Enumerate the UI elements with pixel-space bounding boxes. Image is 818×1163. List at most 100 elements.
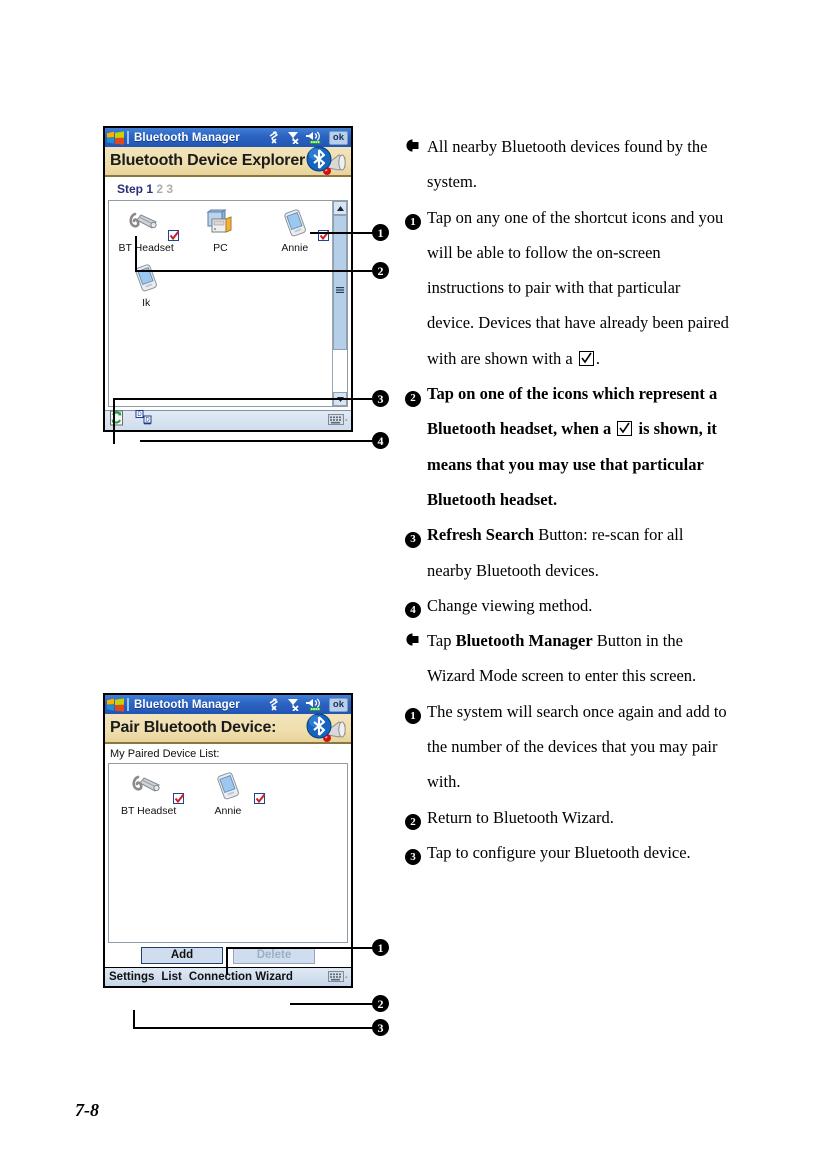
screen1-status-icons: ok: [268, 130, 349, 145]
step-active[interactable]: 1: [146, 182, 153, 196]
callout-line-2-h: [135, 270, 375, 272]
svg-text:D: D: [145, 418, 150, 424]
callout-marker-s2-2: 2: [372, 995, 389, 1012]
callout-marker-s2-3: 3: [372, 1019, 389, 1036]
screen2-status-icons: ok: [268, 697, 349, 712]
screen2-taskbar: Settings List Connection Wizard: [105, 967, 351, 986]
paired-device-item-bt-headset[interactable]: BT Headset: [109, 770, 188, 817]
device-item-pc[interactable]: PC: [183, 207, 257, 254]
windows-start-icon[interactable]: [107, 130, 127, 145]
keyboard-input-icon[interactable]: [328, 971, 348, 982]
step-label: Step: [117, 182, 144, 196]
instruction-note: All nearby Bluetooth devices found by th…: [405, 129, 730, 200]
connectivity-off-icon[interactable]: [268, 131, 283, 144]
paired-device-list-pane: BT Headset Annie: [108, 763, 348, 943]
keyboard-input-icon[interactable]: [328, 414, 348, 425]
instruction-note-text: Tap Bluetooth Manager Button in the Wiza…: [427, 631, 697, 686]
device-label: Ik: [142, 297, 151, 309]
instruction-note: 1 The system will search once again and a…: [405, 694, 730, 800]
pair-bluetooth-device-screen: Bluetooth Manager ok Pair Bluetooth Devi…: [103, 693, 353, 988]
numbered-bullet-4: 4: [405, 588, 427, 623]
signal-off-icon[interactable]: [287, 131, 301, 144]
arrow-bullet-icon: [406, 633, 419, 646]
instruction-note: 3 Tap to configure your Bluetooth device.: [405, 835, 730, 870]
instruction-notes: All nearby Bluetooth devices found by th…: [405, 129, 730, 870]
instruction-note-text: Change viewing method.: [427, 595, 593, 615]
bt-headset-icon: [109, 207, 183, 241]
pc-icon: [183, 207, 257, 241]
instruction-note-text: All nearby Bluetooth devices found by th…: [427, 137, 708, 192]
step-3[interactable]: 3: [166, 182, 173, 196]
bluetooth-device-explorer-screen: Bluetooth Manager ok Bluetooth Device Ex…: [103, 126, 353, 432]
scrollbar-track[interactable]: [333, 350, 347, 392]
taskbar-item-list[interactable]: List: [161, 971, 181, 983]
pda-icon: [109, 262, 183, 296]
device-label: Annie: [281, 242, 309, 254]
pda-icon: [188, 770, 267, 804]
device-label: BT Headset: [121, 805, 177, 817]
arrow-bullet-icon: [406, 139, 419, 152]
numbered-bullet-2: 2: [405, 376, 427, 517]
paired-device-grid: BT Headset Annie: [109, 764, 347, 942]
connectivity-off-icon[interactable]: [268, 698, 283, 711]
numbered-bullet-2: 2: [405, 800, 427, 835]
instruction-note-text: Refresh Search Button: re-scan for all n…: [427, 525, 684, 580]
device-item-bt-headset[interactable]: BT Headset: [109, 207, 183, 254]
callout-line-s2-1-v: [226, 947, 228, 975]
instruction-note: 2 Return to Bluetooth Wizard.: [405, 800, 730, 835]
svg-text:D: D: [137, 412, 142, 418]
numbered-bullet-1: 1: [405, 200, 427, 376]
device-row-2: Ik: [109, 254, 332, 309]
numbered-bullet-3: 3: [405, 835, 427, 870]
callout-line-1: [310, 232, 375, 234]
paired-check-glyph: [617, 421, 633, 437]
refresh-search-icon[interactable]: [109, 410, 125, 431]
arrow-bullet-icon: [405, 623, 427, 694]
volume-icon[interactable]: [305, 131, 325, 144]
windows-start-icon[interactable]: [107, 697, 127, 712]
screen1-ok-button[interactable]: ok: [328, 130, 348, 145]
screen2-ok-button[interactable]: ok: [328, 697, 348, 712]
paired-device-row: BT Headset Annie: [109, 764, 347, 817]
instruction-note: Tap Bluetooth Manager Button in the Wiza…: [405, 623, 730, 694]
bluetooth-speaker-logo-icon: [305, 145, 349, 184]
screen1-banner-title: Bluetooth Device Explorer: [110, 152, 306, 169]
paired-check-badge: [253, 793, 265, 804]
instruction-note: 3 Refresh Search Button: re-scan for all …: [405, 517, 730, 588]
titlebar-divider: [127, 698, 129, 711]
paired-device-item-annie[interactable]: Annie: [188, 770, 267, 817]
device-label: Annie: [214, 805, 242, 817]
callout-line-s2-2: [290, 1003, 375, 1005]
instruction-note-text: Tap on any one of the shortcut icons and…: [427, 207, 729, 368]
screen2-app-title: Bluetooth Manager: [134, 698, 240, 711]
callout-line-s2-1-h: [226, 947, 375, 949]
device-label: PC: [213, 242, 228, 254]
scroll-up-arrow-icon[interactable]: [333, 201, 347, 215]
instruction-note: 4 Change viewing method.: [405, 588, 730, 623]
step-2[interactable]: 2: [156, 182, 163, 196]
screen2-body: My Paired Device List: BT Headset Annie …: [105, 744, 351, 986]
add-button[interactable]: Add: [141, 947, 223, 964]
delete-button: Delete: [233, 947, 315, 964]
pda-icon: [258, 207, 332, 241]
callout-line-s2-3-v: [133, 1010, 135, 1028]
signal-off-icon[interactable]: [287, 698, 301, 711]
callout-line-4: [140, 440, 375, 442]
paired-device-slot-empty: [268, 770, 347, 817]
screen2-banner-title: Pair Bluetooth Device:: [110, 719, 277, 736]
bt-headset-icon: [109, 770, 188, 804]
taskbar-item-connection-wizard[interactable]: Connection Wizard: [189, 971, 293, 983]
callout-line-3-v: [113, 398, 115, 444]
callout-marker-1: 1: [372, 224, 389, 241]
paired-check-badge: [168, 230, 180, 241]
scrollbar-thumb[interactable]: [333, 215, 347, 350]
windows-flag-icon: [107, 130, 124, 145]
numbered-bullet-3: 3: [405, 517, 427, 588]
taskbar-item-settings[interactable]: Settings: [109, 971, 154, 983]
volume-icon[interactable]: [305, 698, 325, 711]
change-view-icon[interactable]: D D: [135, 410, 155, 431]
callout-marker-s2-1: 1: [372, 939, 389, 956]
device-item-annie[interactable]: Annie: [258, 207, 332, 254]
callout-line-3-h: [113, 398, 375, 400]
screen1-bottom-toolbar: D D: [105, 410, 351, 430]
